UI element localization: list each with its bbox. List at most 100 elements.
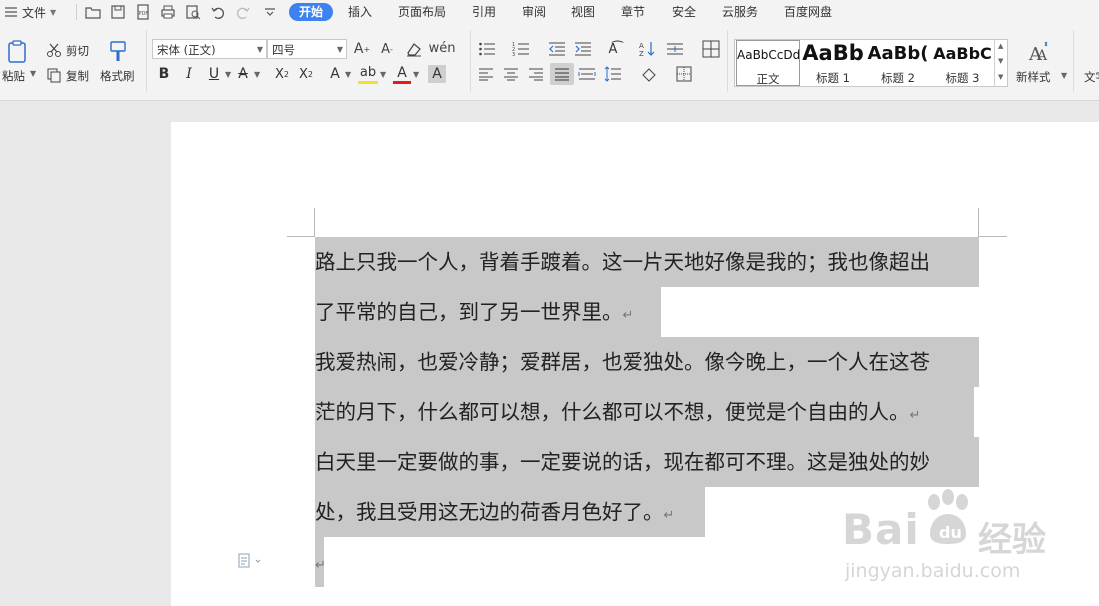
- superscript-icon[interactable]: X2: [272, 65, 292, 83]
- pinyin-guide-icon[interactable]: wén: [429, 37, 456, 59]
- italic-icon[interactable]: I: [180, 65, 198, 83]
- chevron-down-icon[interactable]: ▼: [380, 70, 386, 79]
- divider: [146, 30, 147, 92]
- text-tools-label[interactable]: 文字: [1084, 69, 1099, 85]
- document-line[interactable]: 路上只我一个人，背着手踱着。这一片天地好像是我的；我也像超出: [315, 237, 979, 287]
- strikethrough-icon[interactable]: A: [234, 65, 252, 83]
- document-line[interactable]: 处，我且受用这无边的荷香月色好了。↵: [315, 487, 705, 537]
- undo-icon[interactable]: [210, 4, 226, 20]
- tab-6[interactable]: 章节: [621, 3, 645, 21]
- document-line[interactable]: 我爱热闹，也爱冷静；爱群居，也爱独处。像今晚上，一个人在这苍: [315, 337, 979, 387]
- document-line[interactable]: ↵: [315, 537, 324, 587]
- chevron-down-icon[interactable]: ▼: [30, 69, 36, 78]
- distribute-icon[interactable]: [578, 67, 596, 81]
- style-normal[interactable]: AaBbCcDd 正文: [736, 40, 800, 86]
- decrease-indent-icon[interactable]: [548, 41, 566, 57]
- redo-icon[interactable]: [235, 4, 251, 20]
- file-menu[interactable]: 文件 ▼: [4, 3, 56, 21]
- hamburger-icon: [5, 7, 17, 17]
- paragraph-shading-icon[interactable]: [640, 66, 658, 82]
- divider: [727, 30, 728, 92]
- divider: [76, 4, 77, 20]
- chevron-down-icon[interactable]: ▼: [225, 70, 231, 79]
- chevron-down-icon[interactable]: ▼: [254, 70, 260, 79]
- svg-text:3: 3: [512, 52, 515, 57]
- copy-label[interactable]: 复制: [66, 68, 89, 84]
- paragraph-layout-icon[interactable]: [238, 553, 264, 569]
- bold-icon[interactable]: B: [155, 65, 173, 83]
- style-heading-2[interactable]: AaBb( 标题 2: [866, 40, 930, 86]
- text-effect-icon[interactable]: A: [325, 65, 345, 83]
- highlight-icon[interactable]: ab: [358, 64, 378, 84]
- print-preview-icon[interactable]: [185, 4, 201, 20]
- ribbon-toolbar: 粘贴 ▼ 剪切 复制 格式刷 宋体 (正文) ▼ 四号 ▼ A + A- wén …: [0, 24, 1099, 101]
- document-line[interactable]: 白天里一定要做的事，一定要说的话，现在都可不理。这是独处的妙: [315, 437, 979, 487]
- tab-0[interactable]: 开始: [289, 3, 334, 21]
- char-shading-icon[interactable]: A: [428, 65, 446, 83]
- font-size-select[interactable]: 四号 ▼: [267, 39, 347, 59]
- underline-icon[interactable]: U: [205, 65, 223, 83]
- font-color-icon[interactable]: A: [393, 64, 411, 84]
- tab-4[interactable]: 审阅: [522, 3, 546, 21]
- justify-button[interactable]: [550, 63, 574, 85]
- chevron-down-icon[interactable]: ▼: [1061, 71, 1067, 80]
- show-marks-icon[interactable]: [702, 40, 720, 58]
- chevron-down-icon[interactable]: ▼: [345, 70, 351, 79]
- crop-mark: [978, 236, 1007, 237]
- align-left-icon[interactable]: [478, 67, 494, 81]
- style-heading-3[interactable]: AaBbC 标题 3: [931, 40, 994, 86]
- tab-8[interactable]: 云服务: [722, 3, 758, 21]
- paste-button[interactable]: [4, 38, 32, 66]
- line-spacing-adjust-icon[interactable]: [666, 41, 684, 57]
- chevron-down-icon[interactable]: ▼: [413, 70, 419, 79]
- style-preview: AaBb(: [867, 43, 929, 64]
- align-center-icon[interactable]: [503, 67, 519, 81]
- clear-format-icon[interactable]: [405, 41, 423, 57]
- subscript-icon[interactable]: X2: [296, 65, 316, 83]
- tab-1[interactable]: 插入: [348, 3, 372, 21]
- chevron-up-icon[interactable]: ▲: [998, 42, 1003, 50]
- tab-7[interactable]: 安全: [672, 3, 696, 21]
- tab-9[interactable]: 百度网盘: [784, 3, 832, 21]
- expand-gallery-icon[interactable]: ▼: [998, 73, 1003, 81]
- tab-2[interactable]: 页面布局: [398, 3, 446, 21]
- document-line[interactable]: 茫的月下，什么都可以想，什么都可以不想，便觉是个自由的人。↵: [315, 387, 974, 437]
- paragraph-mark-icon: ↵: [909, 408, 921, 423]
- font-name-select[interactable]: 宋体 (正文) ▼: [152, 39, 267, 59]
- tab-5[interactable]: 视图: [571, 3, 595, 21]
- customize-toolbar-icon[interactable]: [262, 4, 278, 20]
- chevron-down-icon[interactable]: ▼: [998, 57, 1003, 65]
- grow-font-icon[interactable]: A +: [352, 39, 372, 59]
- numbered-list-icon[interactable]: 123: [512, 41, 530, 57]
- scissors-icon[interactable]: [46, 42, 62, 58]
- borders-icon[interactable]: [676, 66, 692, 82]
- styles-scroll[interactable]: ▲ ▼ ▼: [994, 40, 1008, 86]
- document-line[interactable]: 了平常的自己，到了另一世界里。↵: [315, 287, 661, 337]
- cut-label[interactable]: 剪切: [66, 43, 89, 59]
- bullet-list-icon[interactable]: [478, 41, 496, 57]
- align-right-icon[interactable]: [528, 67, 544, 81]
- shrink-font-icon[interactable]: A-: [377, 39, 397, 59]
- style-preview: AaBb: [802, 41, 864, 65]
- style-heading-1[interactable]: AaBb 标题 1: [801, 40, 865, 86]
- new-style-icon[interactable]: AA: [1027, 40, 1051, 64]
- increase-indent-icon[interactable]: [574, 41, 592, 57]
- paragraph-mark-icon: ↵: [622, 308, 634, 323]
- tab-3[interactable]: 引用: [472, 3, 496, 21]
- print-icon[interactable]: [160, 4, 176, 20]
- save-icon[interactable]: [110, 4, 126, 20]
- line-text: 处，我且受用这无边的荷香月色好了。: [315, 500, 664, 524]
- copy-icon[interactable]: [46, 67, 62, 83]
- line-spacing-icon[interactable]: [604, 66, 622, 82]
- line-text: 了平常的自己，到了另一世界里。: [315, 300, 623, 324]
- svg-text:A: A: [1036, 48, 1048, 64]
- change-case-icon[interactable]: A͡: [602, 39, 624, 59]
- new-style-label[interactable]: 新样式: [1016, 69, 1051, 85]
- file-menu-label: 文件: [22, 5, 47, 20]
- sort-icon[interactable]: AZ: [638, 40, 656, 58]
- format-painter-icon[interactable]: [106, 40, 130, 64]
- open-folder-icon[interactable]: [85, 4, 101, 20]
- paste-label[interactable]: 粘贴: [2, 68, 25, 84]
- format-painter-label[interactable]: 格式刷: [100, 68, 135, 84]
- pdf-export-icon[interactable]: PDF: [135, 4, 151, 20]
